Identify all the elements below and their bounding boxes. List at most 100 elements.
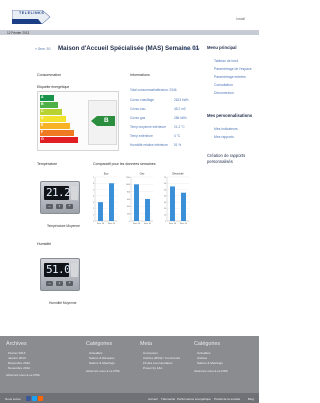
next-week-link[interactable]: Sem. 02 » bbox=[184, 47, 199, 51]
chart-bar bbox=[134, 184, 139, 221]
thermostat-plus-button: + bbox=[66, 203, 73, 209]
x-tick-label: Sem. 50 bbox=[97, 223, 104, 225]
footer-categories2-rss-link[interactable]: Abonnez-vous à ce RSS bbox=[194, 369, 228, 373]
footer-category2-link[interactable]: Articles bbox=[197, 356, 207, 360]
energy-label-panel: A B C D E F G B bbox=[37, 91, 119, 151]
facebook-icon[interactable] bbox=[26, 395, 31, 401]
footer-nav-blog[interactable]: Blog bbox=[248, 397, 254, 401]
info-value: Version: 2346 bbox=[157, 88, 177, 92]
chart-title: Gaz bbox=[140, 172, 145, 176]
y-tick-label: 4 bbox=[93, 196, 94, 198]
y-tick-label: 800 bbox=[127, 191, 130, 193]
grade-bar-b: B bbox=[40, 102, 58, 108]
humidity-plus-button: + bbox=[66, 280, 73, 286]
sidebar-reports-title-line2[interactable]: personnalisés bbox=[207, 159, 233, 164]
y-tick-label: 20 bbox=[164, 208, 166, 210]
footer-archive-link[interactable]: Février 2013 bbox=[8, 351, 25, 355]
grade-bar-f: F bbox=[40, 130, 74, 136]
temperature-value: 21.2 bbox=[46, 186, 71, 199]
chart-bar bbox=[109, 183, 114, 221]
y-tick-label: 5 bbox=[93, 189, 94, 191]
footer-nav-accueil[interactable]: Accueil bbox=[148, 397, 158, 401]
footer-archive-link[interactable]: Janvier 2013 bbox=[8, 356, 26, 360]
x-tick-label: Sem. 01 bbox=[108, 223, 115, 225]
humidity-display: 51.0 – • + bbox=[40, 258, 80, 291]
sidebar-menu-title: Menu principal bbox=[207, 45, 237, 50]
bottom-bar: Nous suivre Accueil Télémétrie Performan… bbox=[0, 393, 259, 403]
twitter-icon[interactable] bbox=[32, 395, 37, 401]
temperature-screen: 21.2 bbox=[44, 186, 71, 200]
previous-week-link[interactable]: « Sem. 50 bbox=[35, 47, 50, 51]
footer-categories-rss-link[interactable]: Abonnez-vous à ce RSS bbox=[86, 369, 120, 373]
info-row: Conso gaz 286 kWh bbox=[130, 116, 200, 124]
y-tick-label: 10 bbox=[164, 215, 166, 217]
footer-categories2-title: Catégories bbox=[194, 341, 221, 347]
sidebar-item-parametrage-espace[interactable]: Paramétrage de l'espace bbox=[214, 67, 252, 71]
footer-category-link[interactable]: Actualités bbox=[89, 351, 102, 355]
info-label: Conso gaz bbox=[130, 116, 146, 120]
footer-nav-portail[interactable]: Portail de la société bbox=[214, 397, 240, 401]
sidebar-item-parametrage-entrees[interactable]: Paramétrage entrées bbox=[214, 75, 246, 79]
info-row: Conso eau 45.2 m3 bbox=[130, 107, 200, 115]
footer-nav-performance[interactable]: Performance énergétique bbox=[177, 397, 211, 401]
info-label: Total consommation bbox=[130, 88, 159, 92]
info-value: 4 °C bbox=[174, 134, 181, 138]
y-tick-label: 70 bbox=[164, 177, 166, 179]
y-tick-label: 60 bbox=[164, 183, 166, 185]
site-header: TELELINKS Install bbox=[0, 0, 259, 30]
thermostat-side-panel bbox=[71, 186, 78, 200]
sidebar-reports-title[interactable]: Création de rapports bbox=[207, 153, 245, 158]
footer-meta-link[interactable]: Fil des commentaires bbox=[143, 361, 172, 365]
rss-icon[interactable] bbox=[38, 395, 43, 401]
sidebar-perso-title: Mes personnalisations bbox=[207, 113, 253, 118]
footer-category-link[interactable]: Salons & Réseaux bbox=[89, 356, 114, 360]
y-tick-label: 50 bbox=[164, 189, 166, 191]
footer-archives-title: Archives bbox=[6, 341, 27, 347]
y-tick-label: 0 bbox=[165, 221, 166, 223]
y-tick-label: 40 bbox=[164, 196, 166, 198]
informations-heading: Informations bbox=[130, 73, 150, 77]
y-tick-label: 2 bbox=[93, 208, 94, 210]
comparison-charts: Eau01234567Sem. 50 Sem. 01Gaz020040060080… bbox=[93, 172, 189, 225]
x-tick-label: Sem. 50 bbox=[169, 223, 176, 225]
energy-label-heading: Etiquette énergétique bbox=[37, 85, 70, 89]
sidebar-item-mes-rapports[interactable]: Mes rapports bbox=[214, 135, 234, 139]
x-tick-label: Sem. 01 bbox=[144, 223, 151, 225]
y-tick-label: 1000 bbox=[126, 184, 130, 186]
thermostat-mode-button: • bbox=[56, 203, 63, 209]
current-grade-arrow bbox=[91, 116, 115, 126]
y-tick-label: 0 bbox=[129, 221, 130, 223]
humidity-caption: Humidité Moyenne bbox=[49, 301, 77, 305]
install-link[interactable]: Install bbox=[236, 17, 245, 21]
info-label: Conso chauffage bbox=[130, 98, 155, 102]
grade-bar-c: C bbox=[40, 109, 62, 115]
info-label: Conso eau bbox=[130, 107, 146, 111]
sidebar-item-tableau-de-bord[interactable]: Tableau de bord bbox=[214, 59, 238, 63]
current-grade-panel: B bbox=[88, 100, 117, 145]
footer-archive-link[interactable]: Décembre 2012 bbox=[8, 361, 30, 365]
grade-bar-a: A bbox=[40, 95, 54, 101]
footer-category-link[interactable]: Salons & Meetings bbox=[89, 361, 115, 365]
footer-nav-telemetrie[interactable]: Télémétrie bbox=[161, 397, 175, 401]
humidity-mode-button: • bbox=[56, 280, 63, 286]
footer-category2-link[interactable]: Actualités bbox=[197, 351, 210, 355]
sidebar-item-deconnexion[interactable]: Déconnexion bbox=[214, 91, 234, 95]
footer-meta-link[interactable]: Articles (RSS) / Comments bbox=[143, 356, 180, 360]
footer-meta-link[interactable]: Connexion bbox=[143, 351, 158, 355]
page-title: Maison d'Accueil Spécialisée (MAS) Semai… bbox=[58, 45, 200, 52]
info-value: 2623 kWh bbox=[174, 98, 189, 102]
info-value: 45.2 m3 bbox=[174, 107, 186, 111]
footer-category2-link[interactable]: Salons & Meetings bbox=[197, 361, 223, 365]
info-row: Humidité relative intérieure 51 % bbox=[130, 143, 200, 151]
info-row: Temp extérieure 4 °C bbox=[130, 134, 200, 142]
temperature-heading: Température bbox=[37, 162, 58, 166]
footer-archives-rss-link[interactable]: Abonnez-vous à ce RSS bbox=[6, 373, 40, 377]
info-value: 21.2 °C bbox=[174, 125, 185, 129]
info-row: Conso chauffage 2623 kWh bbox=[130, 98, 200, 106]
temperature-caption: Température Moyenne bbox=[47, 224, 80, 228]
sidebar-item-consultation[interactable]: Consultation bbox=[214, 83, 233, 87]
footer-archive-link[interactable]: Novembre 2012 bbox=[8, 366, 30, 370]
footer-meta-link[interactable]: Power by 1&1 bbox=[143, 366, 162, 370]
humidity-side-panel bbox=[71, 263, 78, 277]
sidebar-item-mes-indicateurs[interactable]: Mes indicateurs bbox=[214, 127, 238, 131]
